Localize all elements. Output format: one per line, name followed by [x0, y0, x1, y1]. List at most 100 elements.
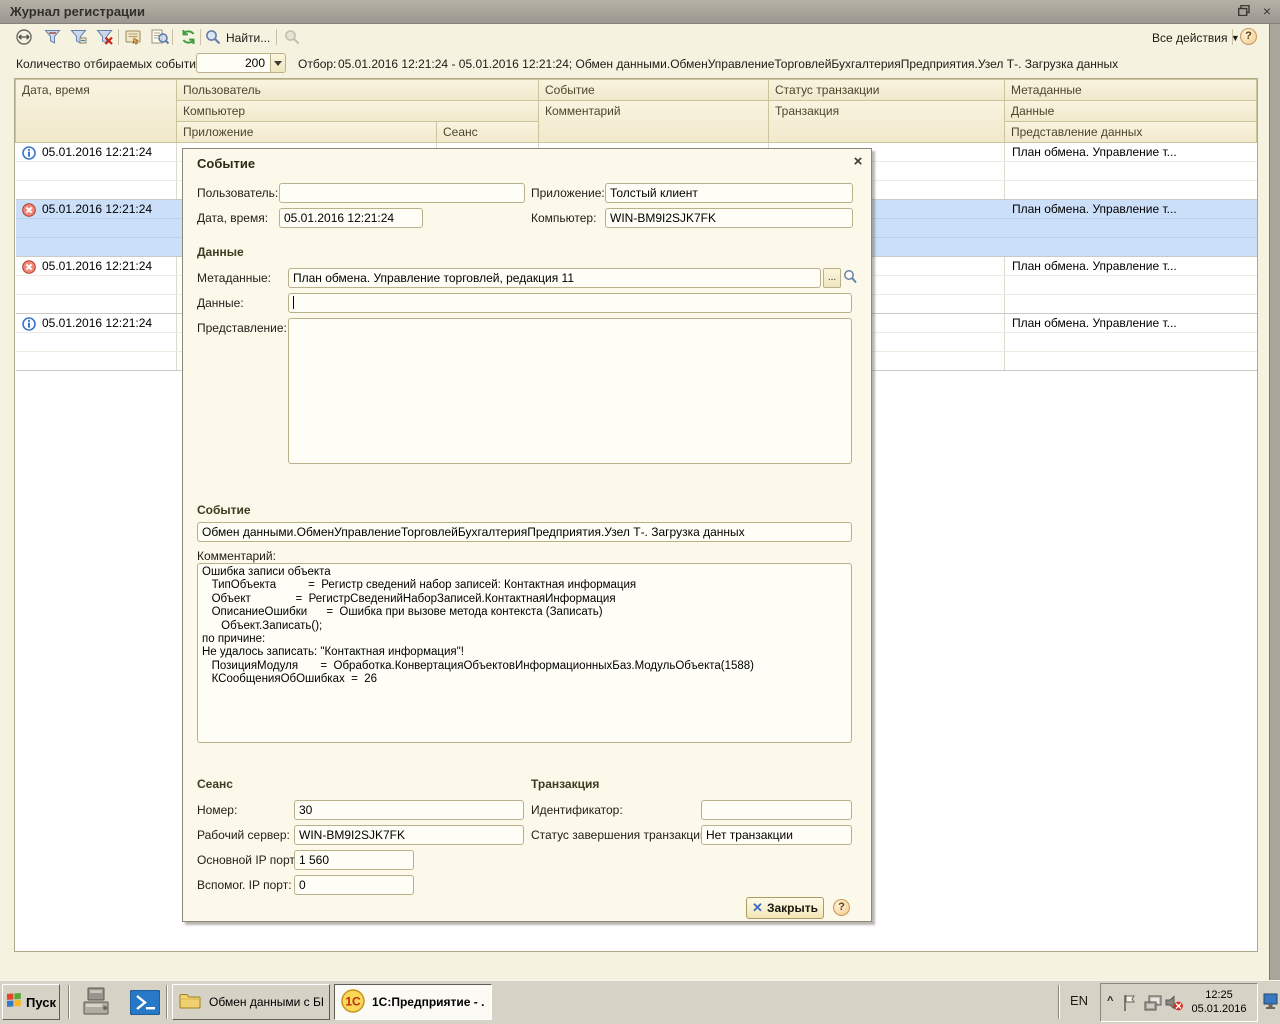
application-field[interactable]: Толстый клиент [605, 183, 853, 203]
taskbar-divider [166, 985, 168, 1019]
event-metadata: План обмена. Управление т... [1012, 316, 1177, 330]
event-count-dropdown-icon[interactable] [270, 54, 285, 72]
datetime-field[interactable]: 05.01.2016 12:21:24 [279, 208, 423, 228]
column-header-comment[interactable]: Комментарий [538, 100, 769, 143]
find-button[interactable]: Найти... [226, 31, 270, 45]
tx-id-field[interactable] [701, 800, 852, 820]
main-ip-port-label: Основной IP порт: [197, 853, 298, 867]
representation-label: Представление: [197, 321, 287, 335]
taskbar: Пуск Обмен данными с БП 1С 1С:Предприяти… [0, 980, 1280, 1024]
set-interval-icon[interactable] [12, 26, 36, 48]
column-header-user[interactable]: Пользователь [176, 79, 539, 101]
help-icon[interactable]: ? [1240, 28, 1257, 45]
working-server-field[interactable]: WIN-BM9I2SJK7FK [294, 825, 524, 845]
session-number-label: Номер: [197, 803, 237, 817]
toolbar-separator [200, 29, 201, 45]
user-field[interactable] [279, 183, 525, 203]
find-icon[interactable] [204, 26, 222, 48]
task-label: 1С:Предприятие - ... [372, 995, 485, 1009]
filter-label: Отбор: [298, 57, 336, 71]
taskbar-task-1c-active[interactable]: 1С 1С:Предприятие - ... [334, 984, 492, 1020]
computer-field[interactable]: WIN-BM9I2SJK7FK [605, 208, 853, 228]
clear-filter-icon[interactable] [92, 26, 116, 48]
close-x-icon: ✕ [752, 900, 763, 916]
dialog-title: Событие [197, 156, 255, 171]
column-header-application[interactable]: Приложение [176, 121, 437, 143]
tx-status-field[interactable]: Нет транзакции [701, 825, 852, 845]
task-label: Обмен данными с БП [209, 995, 323, 1009]
tx-id-label: Идентификатор: [531, 803, 623, 817]
folder-icon [179, 992, 201, 1012]
metadata-search-icon[interactable] [843, 269, 858, 288]
taskbar-divider [1058, 985, 1060, 1019]
comment-text: Ошибка записи объекта ТипОбъекта = Регис… [202, 566, 847, 687]
close-dialog-button[interactable]: ✕ Закрыть [746, 897, 824, 919]
1c-logo-icon: 1С [341, 989, 365, 1016]
taskbar-divider [68, 985, 70, 1019]
aux-ip-port-field[interactable]: 0 [294, 875, 414, 895]
main-ip-port-field[interactable]: 1 560 [294, 850, 414, 870]
customize-filter-icon[interactable] [66, 26, 90, 48]
svg-text:1С: 1С [345, 994, 361, 1008]
toolbar-separator [1232, 29, 1233, 45]
data-field[interactable] [288, 293, 852, 313]
column-header-metadata[interactable]: Метаданные [1004, 79, 1257, 101]
working-server-label: Рабочий сервер: [197, 828, 290, 842]
window-close-icon[interactable]: × [1257, 3, 1277, 20]
network-icon[interactable] [1143, 994, 1163, 1015]
event-metadata: План обмена. Управление т... [1012, 145, 1177, 159]
computer-label: Компьютер: [531, 211, 596, 225]
event-datetime: 05.01.2016 12:21:24 [42, 202, 152, 216]
column-header-computer[interactable]: Компьютер [176, 100, 539, 122]
cancel-find-icon[interactable] [280, 26, 304, 48]
data-label: Данные: [197, 296, 244, 310]
server-manager-icon[interactable] [82, 986, 116, 1021]
open-event-icon[interactable] [122, 26, 146, 48]
event-datetime: 05.01.2016 12:21:24 [42, 316, 152, 330]
data-section-title: Данные [197, 245, 244, 259]
comment-label: Комментарий: [197, 549, 276, 563]
application-label: Приложение: [531, 186, 605, 200]
column-header-session[interactable]: Сеанс [436, 121, 539, 143]
windows-logo-icon [6, 993, 22, 1011]
taskbar-task-folder[interactable]: Обмен данными с БП [172, 984, 330, 1020]
datetime-label: Дата, время: [197, 211, 268, 225]
language-indicator[interactable]: EN [1070, 993, 1088, 1008]
column-header-transaction[interactable]: Транзакция [768, 100, 1005, 143]
window-titlebar: Журнал регистрации × [0, 0, 1280, 24]
transaction-section-title: Транзакция [531, 777, 599, 791]
session-number-field[interactable]: 30 [294, 800, 524, 820]
dialog-help-icon[interactable]: ? [833, 899, 850, 916]
all-actions-label: Все действия [1152, 31, 1227, 45]
metadata-field[interactable]: План обмена. Управление торговлей, редак… [288, 268, 821, 288]
column-header-datetime[interactable]: Дата, время [15, 79, 177, 143]
column-header-tx-status[interactable]: Статус транзакции [768, 79, 1005, 101]
refresh-icon[interactable] [176, 26, 200, 48]
session-section-title: Сеанс [197, 777, 233, 791]
event-field[interactable]: Обмен данными.ОбменУправлениеТорговлейБу… [197, 522, 852, 542]
all-actions-button[interactable]: Все действия ▼ [1152, 31, 1240, 45]
tray-date: 05.01.2016 [1185, 1002, 1253, 1016]
event-metadata: План обмена. Управление т... [1012, 259, 1177, 273]
set-filter-icon[interactable] [40, 26, 64, 48]
column-header-data[interactable]: Данные [1004, 100, 1257, 122]
column-header-data-view[interactable]: Представление данных [1004, 121, 1257, 143]
event-metadata: План обмена. Управление т... [1012, 202, 1177, 216]
search-in-events-icon[interactable] [148, 26, 172, 48]
comment-field[interactable]: Ошибка записи объекта ТипОбъекта = Регис… [197, 563, 852, 743]
tray-time: 12:25 [1185, 988, 1253, 1002]
tray-clock[interactable]: 12:25 05.01.2016 [1185, 988, 1253, 1016]
volume-muted-icon[interactable] [1164, 994, 1184, 1015]
start-button[interactable]: Пуск [2, 984, 60, 1020]
dialog-close-icon[interactable]: × [849, 153, 867, 171]
start-label: Пуск [26, 995, 56, 1010]
window-restore-icon[interactable] [1234, 3, 1254, 20]
show-hidden-icons-chevron[interactable]: ^ [1107, 995, 1113, 1007]
powershell-icon[interactable] [130, 990, 160, 1018]
action-center-flag-icon[interactable] [1121, 993, 1137, 1016]
column-header-event[interactable]: Событие [538, 79, 769, 101]
representation-field[interactable] [288, 318, 852, 464]
event-section-title: Событие [197, 503, 251, 517]
metadata-select-button[interactable]: ... [823, 268, 841, 288]
show-desktop-icon[interactable] [1263, 992, 1278, 1015]
